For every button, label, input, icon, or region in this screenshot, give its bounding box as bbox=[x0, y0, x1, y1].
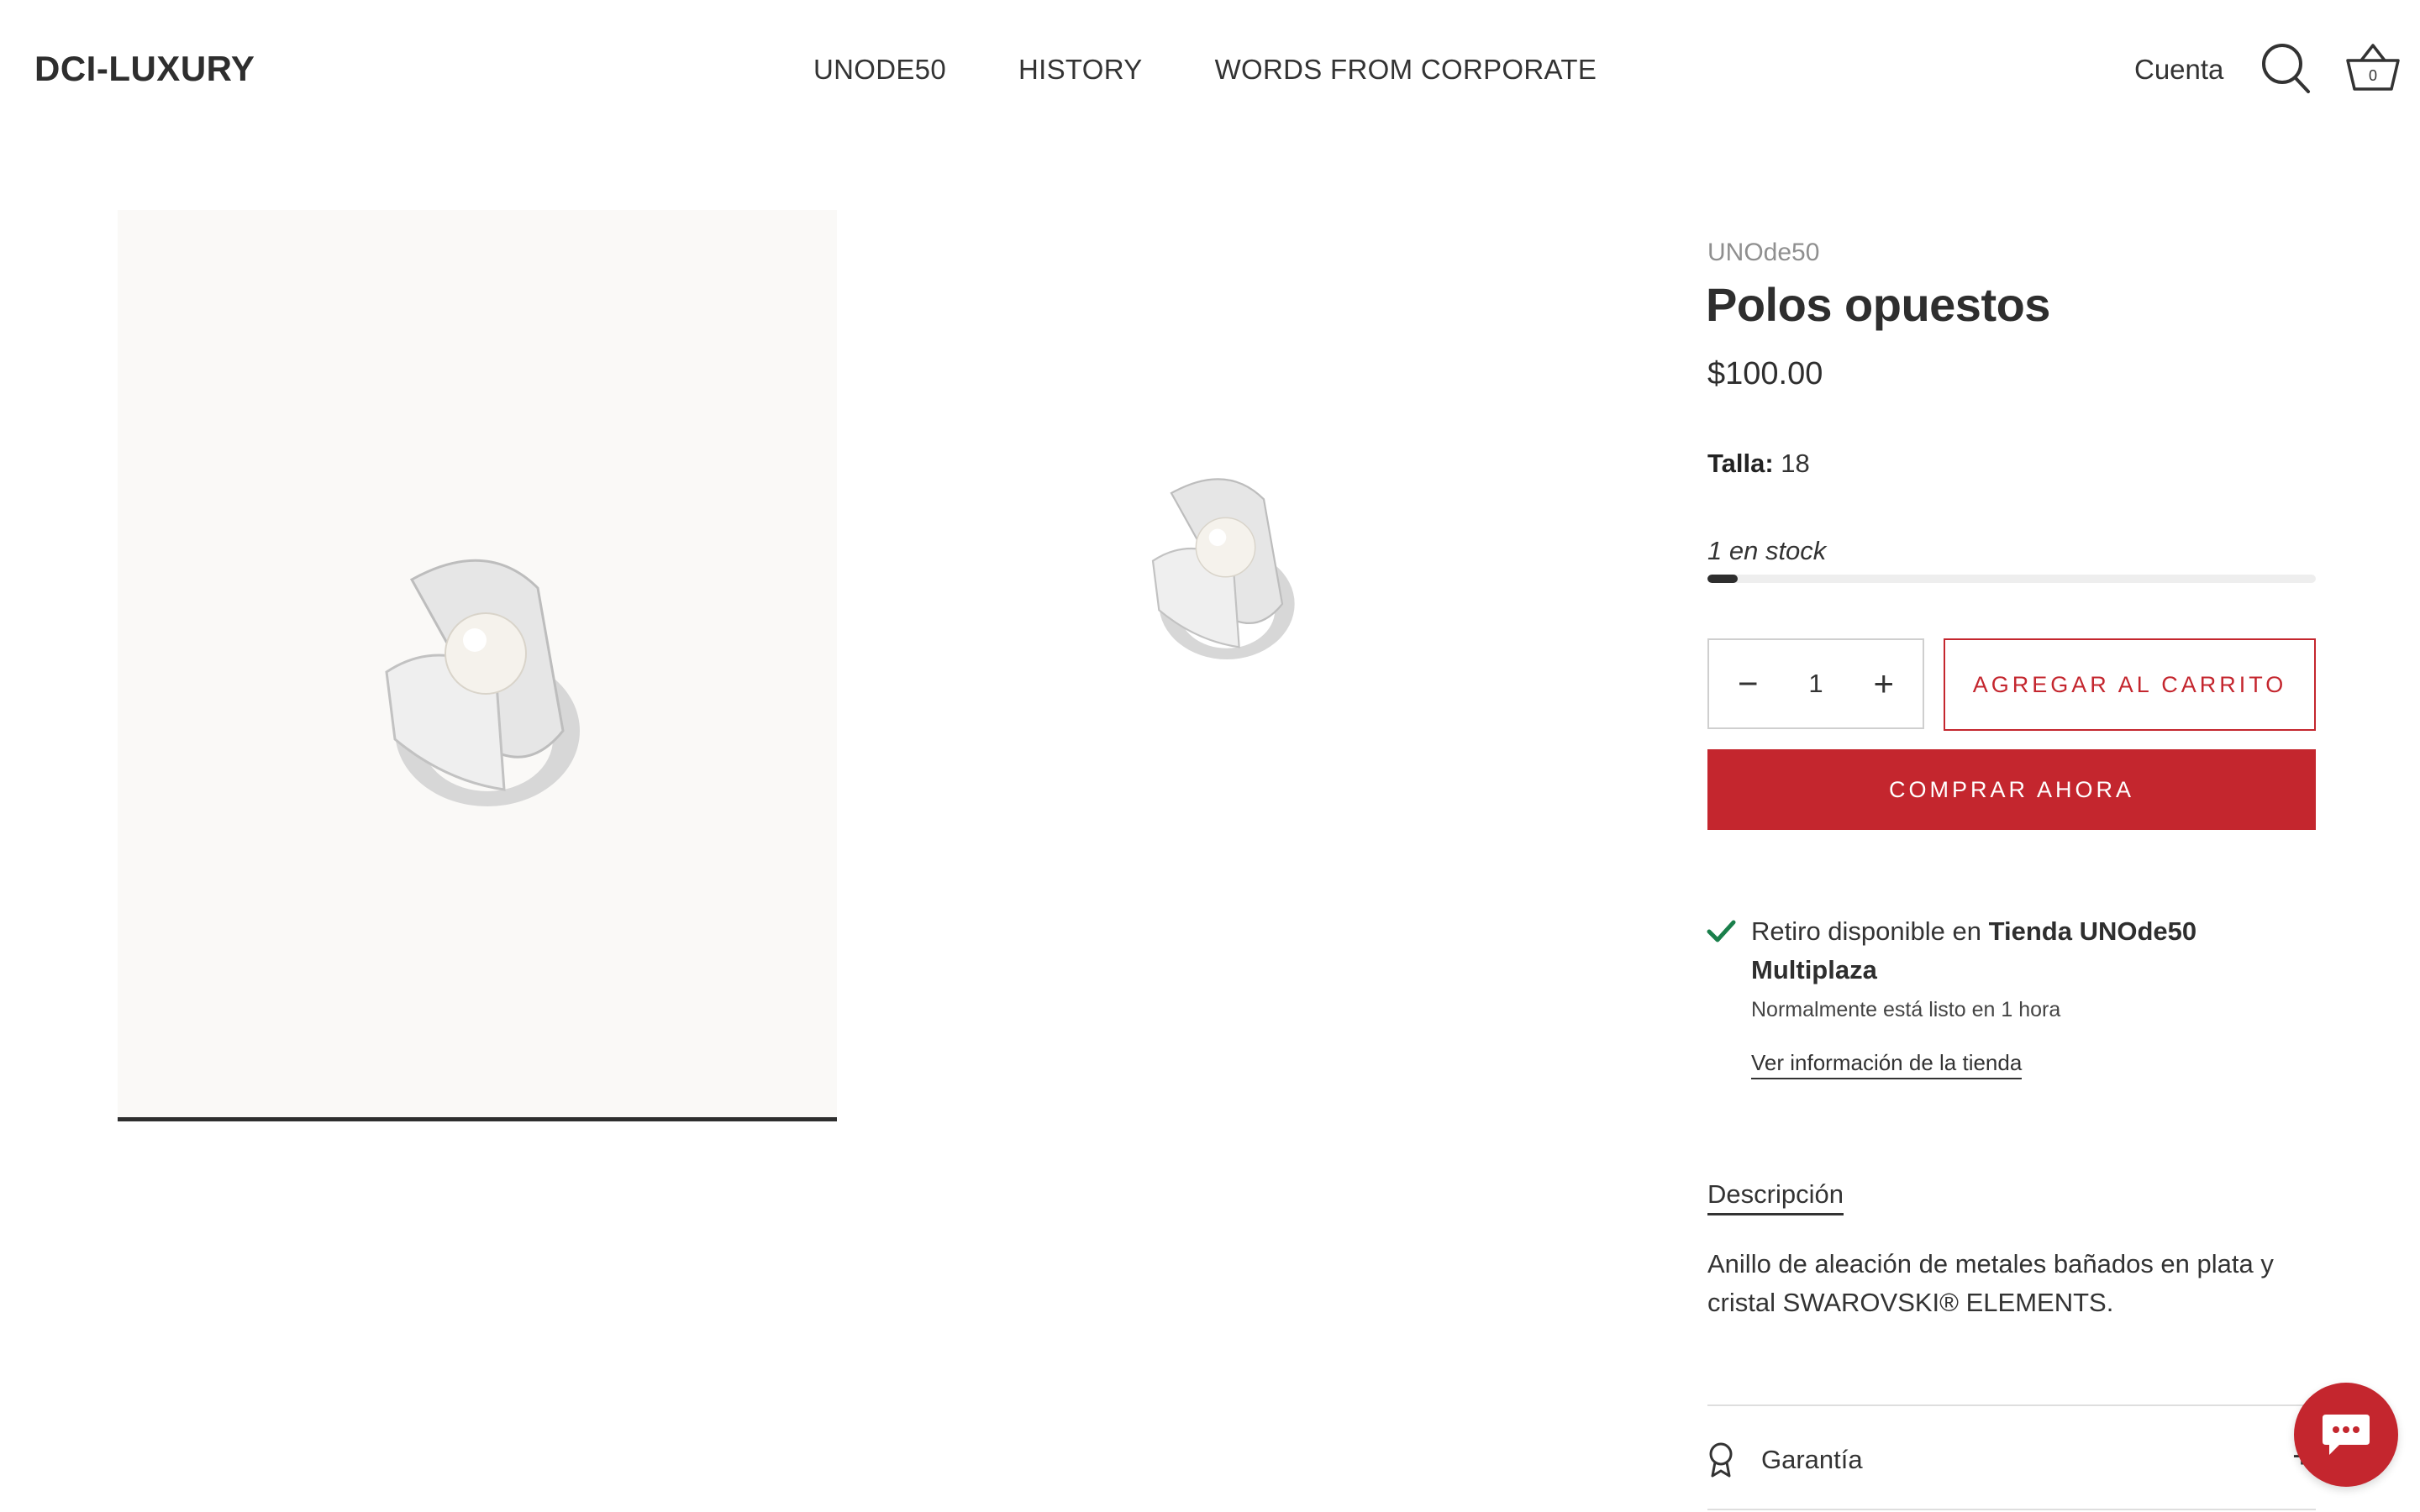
pickup-prefix: Retiro disponible en bbox=[1751, 916, 1982, 946]
quantity-stepper: − 1 + bbox=[1707, 638, 1924, 729]
description-text: Anillo de aleación de metales bañados en… bbox=[1707, 1249, 2274, 1317]
size-option: Talla: 18 bbox=[1707, 449, 1810, 479]
nav-item-history[interactable]: HISTORY bbox=[1018, 54, 1143, 86]
check-icon bbox=[1707, 920, 1736, 942]
add-to-cart-button[interactable]: AGREGAR AL CARRITO bbox=[1944, 638, 2316, 731]
award-icon bbox=[1709, 1442, 1733, 1478]
product-price: $100.00 bbox=[1707, 356, 1823, 391]
stock-bar-fill bbox=[1707, 575, 1739, 583]
stock-status: 1 en stock bbox=[1707, 536, 1827, 565]
gallery-active-indicator bbox=[118, 1117, 837, 1121]
stock-bar bbox=[1707, 575, 2316, 583]
chat-button[interactable] bbox=[2294, 1383, 2398, 1487]
product-title: Polos opuestos bbox=[1706, 278, 2050, 331]
buy-now-button[interactable]: COMPRAR AHORA bbox=[1707, 749, 2316, 830]
cart-icon[interactable]: 0 bbox=[2344, 40, 2402, 94]
ring-image bbox=[385, 559, 580, 806]
accordion-warranty-label[interactable]: Garantía bbox=[1761, 1445, 1863, 1475]
pickup-availability: Retiro disponible en Tienda UNOde50 Mult… bbox=[1751, 912, 2289, 990]
tab-description[interactable]: Descripción bbox=[1707, 1179, 1844, 1215]
size-value: 18 bbox=[1781, 449, 1810, 478]
size-label: Talla: bbox=[1707, 449, 1774, 478]
chat-icon bbox=[2323, 1415, 2370, 1455]
main-nav: UNODE50 HISTORY WORDS FROM CORPORATE bbox=[813, 54, 1597, 86]
cart-count: 0 bbox=[2369, 67, 2377, 84]
quantity-increase-button[interactable]: + bbox=[1873, 666, 1894, 701]
divider bbox=[1707, 1509, 2316, 1510]
divider bbox=[1707, 1404, 2316, 1406]
quantity-value[interactable]: 1 bbox=[1808, 669, 1823, 699]
pickup-note: Normalmente está listo en 1 hora bbox=[1751, 998, 2061, 1021]
store-info-link[interactable]: Ver información de la tienda bbox=[1751, 1050, 2023, 1079]
nav-item-words-from-corporate[interactable]: WORDS FROM CORPORATE bbox=[1215, 54, 1597, 86]
ring-thumbnail-image[interactable] bbox=[1134, 462, 1319, 672]
quantity-decrease-button[interactable]: − bbox=[1738, 666, 1759, 701]
nav-item-unode50[interactable]: UNODE50 bbox=[813, 54, 946, 86]
search-icon[interactable] bbox=[2260, 42, 2311, 94]
store-logo[interactable]: DCI-LUXURY bbox=[34, 49, 255, 89]
account-link[interactable]: Cuenta bbox=[2134, 54, 2223, 86]
product-vendor[interactable]: UNOde50 bbox=[1707, 239, 1819, 267]
